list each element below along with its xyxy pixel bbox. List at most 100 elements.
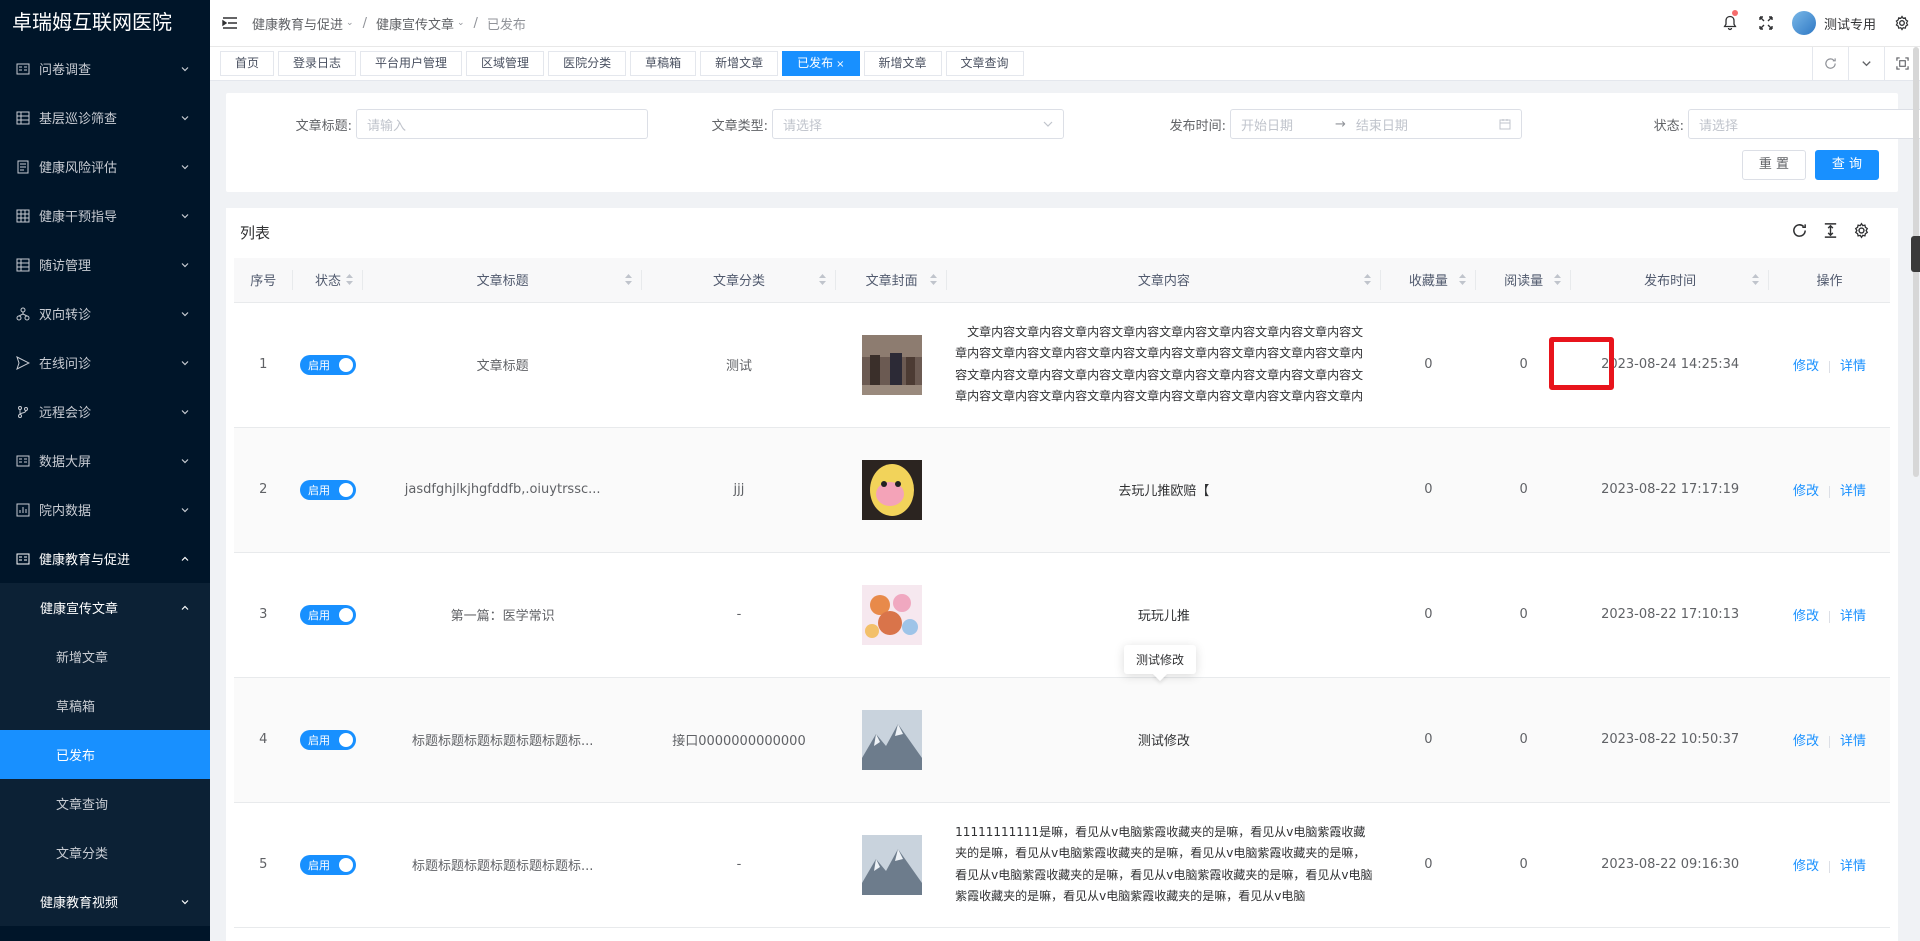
sort-icon[interactable] bbox=[1458, 274, 1466, 285]
detail-link[interactable]: 详情 bbox=[1840, 859, 1866, 874]
article-cover-image[interactable] bbox=[861, 459, 922, 520]
sidebar-subitem-0[interactable]: 新增文章 bbox=[0, 632, 210, 681]
tab-2[interactable]: 平台用户管理 bbox=[360, 51, 463, 76]
article-cover-image[interactable] bbox=[861, 834, 922, 895]
edit-link[interactable]: 修改 bbox=[1793, 484, 1819, 499]
tab-3[interactable]: 区域管理 bbox=[466, 51, 545, 76]
article-category: 测试 bbox=[641, 302, 837, 428]
column-header[interactable]: 序号 bbox=[234, 258, 293, 303]
bell-icon[interactable] bbox=[1712, 0, 1748, 47]
reset-button[interactable]: 重 置 bbox=[1742, 150, 1806, 180]
close-icon[interactable]: × bbox=[836, 59, 844, 70]
actions-cell: 修改 详情 bbox=[1769, 802, 1890, 928]
sidebar-item-0[interactable]: 问卷调查 bbox=[0, 44, 210, 93]
date-range-picker[interactable]: 开始日期 → 结束日期 bbox=[1230, 109, 1522, 139]
tab-4[interactable]: 医院分类 bbox=[548, 51, 627, 76]
sidebar-subitem-3[interactable]: 文章查询 bbox=[0, 779, 210, 828]
type-select[interactable]: 请选择 bbox=[772, 109, 1064, 139]
content-cell: 文章内容文章内容文章内容文章内容文章内容文章内容文章内容文章内容文章内容文章内容… bbox=[947, 302, 1381, 428]
sort-icon[interactable] bbox=[930, 274, 938, 285]
edit-link[interactable]: 修改 bbox=[1793, 734, 1819, 749]
column-header[interactable]: 发布时间 bbox=[1571, 258, 1770, 303]
user-menu[interactable]: 测试专用 bbox=[1784, 11, 1884, 35]
menu-fold-icon[interactable] bbox=[222, 15, 238, 31]
column-header[interactable]: 文章标题 bbox=[363, 258, 642, 303]
column-header[interactable]: 状态 bbox=[292, 258, 364, 303]
sidebar-item-10[interactable]: 健康教育与促进 bbox=[0, 534, 210, 583]
breadcrumb-item-1[interactable]: 健康教育与促进 bbox=[252, 14, 343, 33]
actions-cell: 修改 详情 bbox=[1769, 302, 1890, 428]
sidebar-item-2[interactable]: 健康风险评估 bbox=[0, 142, 210, 191]
breadcrumb-item-2[interactable]: 健康宣传文章 bbox=[376, 14, 454, 33]
edit-link[interactable]: 修改 bbox=[1793, 359, 1819, 374]
status-toggle[interactable]: 启用 bbox=[300, 854, 357, 875]
article-cover-image[interactable] bbox=[861, 334, 922, 395]
sidebar-subitem-1[interactable]: 草稿箱 bbox=[0, 681, 210, 730]
tab-7[interactable]: 已发布 × bbox=[782, 51, 860, 76]
status-toggle[interactable]: 启用 bbox=[300, 729, 357, 750]
column-header[interactable]: 文章内容 bbox=[947, 258, 1381, 303]
column-label: 文章标题 bbox=[476, 274, 529, 290]
status-cell: 启用 bbox=[292, 302, 364, 428]
status-select[interactable]: 请选择 bbox=[1688, 109, 1920, 139]
column-header[interactable]: 文章分类 bbox=[641, 258, 837, 303]
sidebar-item-9[interactable]: 院内数据 bbox=[0, 485, 210, 534]
sidebar-item-7[interactable]: 远程会诊 bbox=[0, 387, 210, 436]
article-cover-image[interactable] bbox=[861, 709, 922, 770]
refresh-icon[interactable] bbox=[1791, 222, 1808, 239]
gear-icon[interactable] bbox=[1853, 222, 1870, 239]
sidebar-item-4[interactable]: 随访管理 bbox=[0, 240, 210, 289]
sort-icon[interactable] bbox=[1752, 274, 1760, 285]
column-header[interactable]: 收藏量 bbox=[1380, 258, 1476, 303]
side-drawer-handle[interactable] bbox=[1911, 236, 1920, 272]
sort-icon[interactable] bbox=[624, 274, 632, 285]
tab-0[interactable]: 首页 bbox=[220, 51, 275, 76]
status-toggle[interactable]: 启用 bbox=[300, 479, 357, 500]
sort-icon[interactable] bbox=[819, 274, 827, 285]
tab-1[interactable]: 登录日志 bbox=[278, 51, 357, 76]
status-toggle[interactable]: 启用 bbox=[300, 354, 357, 375]
fullscreen-icon[interactable] bbox=[1748, 0, 1784, 47]
tab-label: 首页 bbox=[235, 56, 260, 70]
sidebar-item-1[interactable]: 基层巡诊筛查 bbox=[0, 93, 210, 142]
form-icon bbox=[16, 62, 30, 76]
column-height-icon[interactable] bbox=[1822, 222, 1839, 239]
sidebar-item-6[interactable]: 在线问诊 bbox=[0, 338, 210, 387]
column-header[interactable]: 文章封面 bbox=[836, 258, 948, 303]
sort-icon[interactable] bbox=[1554, 274, 1562, 285]
sidebar-item-label: 问卷调查 bbox=[39, 63, 92, 78]
cover-cell bbox=[836, 552, 948, 678]
sidebar-item-label: 健康干预指导 bbox=[39, 210, 118, 225]
sidebar-subitem-4[interactable]: 文章分类 bbox=[0, 828, 210, 877]
read-count: 0 bbox=[1475, 427, 1572, 553]
content-tooltip: 测试修改 bbox=[1124, 645, 1197, 674]
column-header[interactable]: 操作 bbox=[1769, 258, 1890, 303]
sort-icon[interactable] bbox=[346, 274, 354, 285]
detail-link[interactable]: 详情 bbox=[1840, 484, 1866, 499]
sidebar-item-3[interactable]: 健康干预指导 bbox=[0, 191, 210, 240]
article-cover-image[interactable] bbox=[861, 584, 922, 645]
column-header[interactable]: 阅读量 bbox=[1475, 258, 1572, 303]
query-button[interactable]: 查 询 bbox=[1815, 150, 1879, 180]
sidebar-item-videos[interactable]: 健康教育视频 bbox=[0, 877, 210, 926]
tab-8[interactable]: 新增文章 bbox=[863, 51, 942, 76]
status-toggle[interactable]: 启用 bbox=[300, 604, 357, 625]
gear-icon[interactable] bbox=[1884, 0, 1920, 47]
detail-link[interactable]: 详情 bbox=[1840, 359, 1866, 374]
tab-6[interactable]: 新增文章 bbox=[700, 51, 779, 76]
edit-link[interactable]: 修改 bbox=[1793, 859, 1819, 874]
tab-9[interactable]: 文章查询 bbox=[945, 51, 1024, 76]
tab-5[interactable]: 草稿箱 bbox=[630, 51, 697, 76]
sidebar-item-8[interactable]: 数据大屏 bbox=[0, 436, 210, 485]
sidebar-submenu-articles[interactable]: 健康宣传文章 bbox=[0, 583, 210, 632]
sidebar-subitem-2[interactable]: 已发布 bbox=[0, 730, 210, 779]
detail-link[interactable]: 详情 bbox=[1840, 734, 1866, 749]
refresh-icon[interactable] bbox=[1812, 47, 1848, 80]
chevron-down-icon: ⌄ bbox=[456, 18, 465, 28]
sidebar-item-5[interactable]: 双向转诊 bbox=[0, 289, 210, 338]
chevron-down-icon[interactable] bbox=[1848, 47, 1884, 80]
sort-icon[interactable] bbox=[1363, 274, 1371, 285]
title-input[interactable]: 请输入 bbox=[356, 109, 648, 139]
edit-link[interactable]: 修改 bbox=[1793, 609, 1819, 624]
detail-link[interactable]: 详情 bbox=[1840, 609, 1866, 624]
